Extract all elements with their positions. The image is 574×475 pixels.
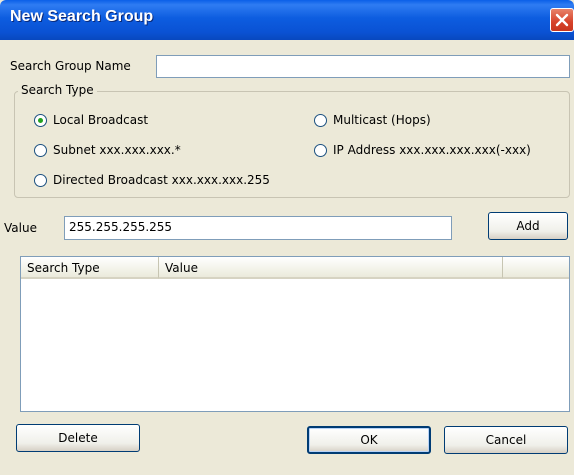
search-list[interactable]: Search Type Value — [20, 256, 570, 412]
cancel-button[interactable]: Cancel — [444, 426, 568, 454]
radio-indicator — [34, 173, 47, 187]
delete-button[interactable]: Delete — [16, 424, 140, 452]
radio-label: Directed Broadcast xxx.xxx.xxx.255 — [53, 173, 270, 187]
window-title: New Search Group — [10, 8, 154, 25]
ok-button[interactable]: OK — [307, 426, 431, 454]
radio-indicator — [314, 113, 327, 127]
radio-local-broadcast[interactable]: Local Broadcast — [34, 113, 148, 127]
column-value[interactable]: Value — [159, 257, 503, 279]
search-group-name-label: Search Group Name — [10, 59, 131, 73]
dialog-window: New Search Group Search Group Name Searc… — [0, 0, 574, 475]
radio-label: Local Broadcast — [53, 113, 149, 127]
radio-label: Multicast (Hops) — [333, 113, 431, 127]
column-search-type[interactable]: Search Type — [21, 257, 159, 279]
title-bar[interactable]: New Search Group — [0, 0, 574, 40]
close-button[interactable] — [550, 8, 574, 32]
radio-label: Subnet xxx.xxx.xxx.* — [53, 143, 181, 157]
radio-multicast[interactable]: Multicast (Hops) — [314, 113, 431, 127]
radio-indicator — [314, 143, 327, 157]
radio-indicator — [34, 113, 47, 127]
column-extra[interactable] — [503, 257, 569, 279]
list-header: Search Type Value — [21, 257, 569, 279]
radio-indicator — [34, 143, 47, 157]
radio-label: IP Address xxx.xxx.xxx.xxx(-xxx) — [333, 143, 531, 157]
value-label: Value — [4, 221, 37, 235]
radio-directed-broadcast[interactable]: Directed Broadcast xxx.xxx.xxx.255 — [34, 173, 270, 187]
radio-subnet[interactable]: Subnet xxx.xxx.xxx.* — [34, 143, 181, 157]
add-button[interactable]: Add — [488, 212, 568, 240]
search-group-name-input[interactable] — [156, 55, 570, 78]
value-input[interactable]: 255.255.255.255 — [64, 216, 452, 240]
close-icon — [555, 13, 569, 27]
search-type-title: Search Type — [18, 83, 97, 97]
radio-ip-address[interactable]: IP Address xxx.xxx.xxx.xxx(-xxx) — [314, 143, 531, 157]
